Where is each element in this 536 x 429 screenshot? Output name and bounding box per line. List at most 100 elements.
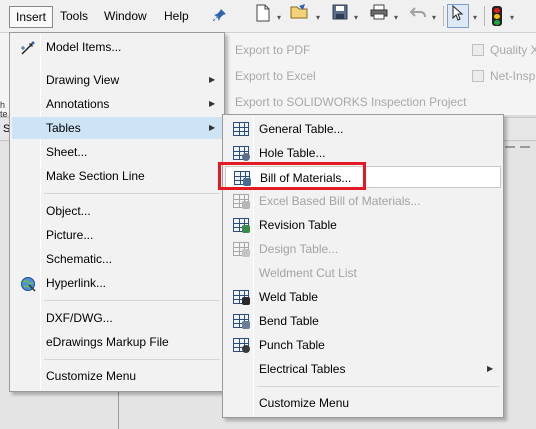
menu-item-model-items[interactable]: Model Items... bbox=[12, 36, 222, 58]
pushpin-icon[interactable] bbox=[212, 8, 228, 24]
menu-item-hole-table[interactable]: Hole Table... bbox=[225, 142, 501, 164]
menu-item-edrawings-markup[interactable]: eDrawings Markup File bbox=[12, 331, 222, 353]
export-excel-command[interactable]: Export to Excel bbox=[235, 69, 316, 83]
toolbar-separator bbox=[443, 6, 444, 26]
menu-item-punch-table[interactable]: Punch Table bbox=[225, 334, 501, 356]
tables-submenu: General Table... Hole Table... Bill of M… bbox=[222, 114, 504, 418]
menu-item-customize-menu[interactable]: Customize Menu bbox=[12, 365, 222, 387]
menu-item-label: Object... bbox=[46, 204, 91, 218]
menu-divider bbox=[44, 300, 220, 301]
hyperlink-globe-icon bbox=[20, 276, 36, 292]
bend-table-icon bbox=[233, 314, 250, 329]
menu-item-label: Drawing View bbox=[46, 73, 120, 87]
menu-divider bbox=[257, 386, 499, 387]
menu-item-label: Schematic... bbox=[46, 252, 113, 266]
menu-item-label: Revision Table bbox=[259, 218, 337, 232]
menu-window[interactable]: Window bbox=[98, 6, 153, 28]
chevron-right-icon: ▶ bbox=[209, 99, 216, 108]
sheet-border-dash bbox=[520, 146, 530, 148]
menu-bar: Insert Tools Window Help ▾ ▾ ▾ ▾ ▾ ▾ ▾ bbox=[0, 0, 536, 33]
select-pointer-icon[interactable] bbox=[447, 4, 469, 28]
chevron-right-icon: ▶ bbox=[209, 123, 216, 132]
menu-divider bbox=[44, 193, 220, 194]
menu-item-object[interactable]: Object... bbox=[12, 200, 222, 222]
menu-item-label: Make Section Line bbox=[46, 169, 145, 183]
punch-table-icon bbox=[233, 338, 250, 353]
menu-item-label: DXF/DWG... bbox=[46, 311, 113, 325]
sheet-border-dash bbox=[505, 146, 515, 148]
chevron-down-icon[interactable]: ▾ bbox=[429, 4, 439, 28]
save-icon[interactable] bbox=[330, 4, 350, 28]
highlight-box bbox=[218, 162, 366, 190]
quality-command[interactable]: Quality X bbox=[490, 43, 536, 57]
net-inspect-icon bbox=[472, 70, 484, 82]
chevron-down-icon[interactable]: ▾ bbox=[470, 4, 480, 28]
design-table-icon bbox=[233, 242, 250, 257]
excel-bom-icon bbox=[233, 194, 250, 209]
menu-item-label: Bend Table bbox=[259, 314, 319, 328]
model-items-icon bbox=[20, 40, 36, 55]
undo-icon[interactable] bbox=[408, 4, 428, 28]
menu-item-label: Electrical Tables bbox=[259, 362, 346, 376]
menu-item-excel-bom[interactable]: Excel Based Bill of Materials... bbox=[225, 190, 501, 212]
menu-item-schematic[interactable]: Schematic... bbox=[12, 248, 222, 270]
menu-item-label: Tables bbox=[46, 121, 81, 135]
menu-item-weld-table[interactable]: Weld Table bbox=[225, 286, 501, 308]
menu-item-label: Punch Table bbox=[259, 338, 325, 352]
chevron-right-icon: ▶ bbox=[209, 75, 216, 84]
toolbar-separator bbox=[484, 6, 485, 26]
menu-divider bbox=[44, 359, 220, 360]
menu-item-weldment-cut-list[interactable]: Weldment Cut List bbox=[225, 262, 501, 284]
export-inspection-command[interactable]: Export to SOLIDWORKS Inspection Project bbox=[235, 95, 466, 109]
menu-item-label: Customize Menu bbox=[46, 369, 137, 383]
new-document-icon[interactable] bbox=[252, 4, 274, 28]
general-table-icon bbox=[233, 122, 249, 136]
menu-insert[interactable]: Insert bbox=[9, 6, 54, 28]
menu-item-label: Hole Table... bbox=[259, 146, 326, 160]
insert-menu: Model Items... Drawing View ▶ Annotation… bbox=[9, 32, 225, 392]
export-pdf-command[interactable]: Export to PDF bbox=[235, 43, 310, 57]
menu-item-design-table[interactable]: Design Table... bbox=[225, 238, 501, 260]
menu-item-label: Customize Menu bbox=[259, 396, 350, 410]
traffic-light-icon[interactable] bbox=[492, 6, 502, 26]
quality-icon bbox=[472, 44, 484, 56]
menu-item-general-table[interactable]: General Table... bbox=[225, 118, 501, 140]
menu-item-label: Sheet... bbox=[46, 145, 88, 159]
menu-item-label: Picture... bbox=[46, 228, 94, 242]
menu-item-label: Weldment Cut List bbox=[259, 266, 357, 280]
menu-item-electrical-tables[interactable]: Electrical Tables ▶ bbox=[225, 358, 501, 380]
menu-item-label: Design Table... bbox=[259, 242, 339, 256]
menu-item-customize-menu[interactable]: Customize Menu bbox=[225, 392, 501, 414]
print-icon[interactable] bbox=[368, 4, 390, 28]
menu-help[interactable]: Help bbox=[158, 6, 195, 28]
menu-item-drawing-view[interactable]: Drawing View ▶ bbox=[12, 69, 222, 91]
menu-item-label: Annotations bbox=[46, 97, 110, 111]
menu-item-sheet[interactable]: Sheet... bbox=[12, 141, 222, 163]
open-folder-icon[interactable] bbox=[288, 4, 312, 28]
chevron-down-icon[interactable]: ▾ bbox=[313, 4, 323, 28]
menu-item-label: General Table... bbox=[259, 122, 344, 136]
net-inspect-command[interactable]: Net-Insp bbox=[490, 69, 535, 83]
menu-item-make-section-line[interactable]: Make Section Line bbox=[12, 165, 222, 187]
hole-table-icon bbox=[233, 146, 250, 161]
chevron-down-icon[interactable]: ▾ bbox=[391, 4, 401, 28]
menu-item-label: Model Items... bbox=[46, 40, 122, 54]
menu-item-hyperlink[interactable]: Hyperlink... bbox=[12, 272, 222, 294]
menu-item-picture[interactable]: Picture... bbox=[12, 224, 222, 246]
chevron-down-icon[interactable]: ▾ bbox=[351, 4, 361, 28]
menu-item-revision-table[interactable]: Revision Table bbox=[225, 214, 501, 236]
chevron-down-icon[interactable]: ▾ bbox=[507, 4, 517, 28]
menu-item-label: Excel Based Bill of Materials... bbox=[259, 194, 421, 208]
menu-item-label: eDrawings Markup File bbox=[46, 335, 169, 349]
menu-item-label: Weld Table bbox=[259, 290, 318, 304]
menu-item-label: Hyperlink... bbox=[46, 276, 107, 290]
chevron-right-icon: ▶ bbox=[487, 364, 494, 373]
menu-item-dxf-dwg[interactable]: DXF/DWG... bbox=[12, 307, 222, 329]
chevron-down-icon[interactable]: ▾ bbox=[274, 4, 284, 28]
menu-item-tables[interactable]: Tables ▶ bbox=[12, 117, 222, 139]
menu-item-bend-table[interactable]: Bend Table bbox=[225, 310, 501, 332]
menu-tools[interactable]: Tools bbox=[54, 6, 94, 28]
menu-item-annotations[interactable]: Annotations ▶ bbox=[12, 93, 222, 115]
revision-table-icon bbox=[233, 218, 250, 233]
weld-table-icon bbox=[233, 290, 250, 305]
